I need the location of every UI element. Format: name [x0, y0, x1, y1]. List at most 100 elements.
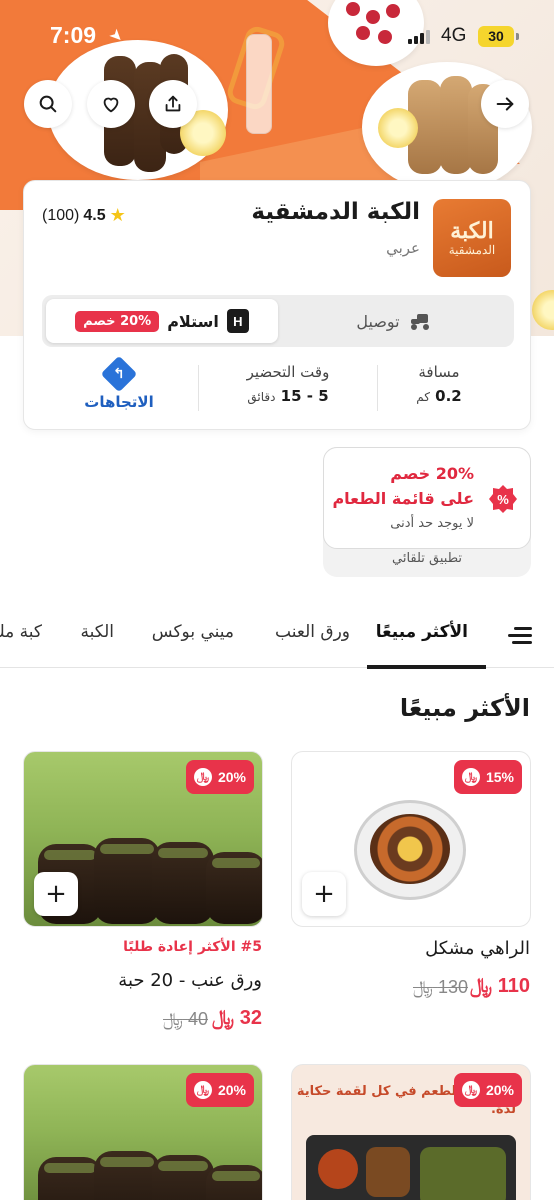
status-bar: 7:09 ➤ 4G 30 [0, 22, 554, 52]
product-image[interactable]: ﷼ 20% + [23, 751, 263, 927]
offer-footer: تطبيق تلقائي [391, 551, 462, 566]
product-price: 110 ﷼ [470, 975, 530, 997]
product-old-price: 40 ﷼ [163, 1009, 208, 1029]
delivery-label: توصيل [356, 311, 400, 331]
distance-unit: كم [416, 390, 430, 404]
share-icon [165, 95, 181, 112]
heart-icon [103, 97, 119, 113]
tab-kibbeh[interactable]: الكبة [80, 622, 114, 642]
percent-badge-icon: % [489, 485, 517, 513]
discount-badge: ﷼ 20% [453, 1073, 522, 1107]
directions-label: الاتجاهات [84, 393, 154, 411]
menu-icon[interactable] [508, 626, 532, 644]
restaurant-stats: مسافة 0.2 كم وقت التحضير 5 - 15 دقائق ↰ … [24, 355, 532, 417]
riyal-icon: ﷼ [461, 1081, 480, 1099]
distance-label: مسافة [418, 363, 460, 381]
offer-subtitle: على قائمة الطعام [332, 489, 474, 508]
back-arrow-icon [496, 97, 514, 111]
grape-leaf-roll [152, 1155, 214, 1200]
pickup-discount-badge: 20% خصم [75, 310, 160, 332]
food-item [366, 1147, 410, 1197]
product-image[interactable]: ﷼ 20% [23, 1064, 263, 1200]
section-title: الأكثر مبيعًا [399, 694, 530, 722]
riyal-icon: ﷼ [461, 768, 480, 786]
star-icon: ★ [109, 205, 126, 225]
divider [377, 365, 378, 411]
plus-icon: + [45, 879, 67, 909]
lemon-slice [532, 290, 554, 330]
grape-leaf-roll [206, 1165, 262, 1200]
offer-title: 20% خصم [390, 464, 474, 483]
share-button[interactable] [149, 80, 197, 128]
product-name: الراهي مشكل [425, 938, 530, 959]
discount-value: 15% [485, 769, 514, 785]
order-mode-toggle: H استلام 20% خصم توصيل [42, 295, 514, 347]
directions-button[interactable]: ↰ الاتجاهات [44, 355, 194, 417]
tab-best-sellers[interactable]: الأكثر مبيعًا [376, 622, 468, 642]
food-tray-contents [370, 814, 450, 884]
add-to-cart-button[interactable]: + [34, 872, 78, 916]
pickup-label: استلام [167, 311, 219, 331]
riyal-icon: ﷼ [163, 1009, 183, 1029]
restaurant-cuisine: عربي [386, 239, 420, 257]
active-tab-indicator [367, 665, 486, 669]
tab-grape-leaves[interactable]: ورق العنب [275, 622, 350, 642]
logo-text-line1: الكبة [450, 218, 494, 244]
lemon-slice [378, 108, 418, 148]
plus-icon: + [313, 879, 335, 909]
offer-card[interactable]: 20% خصم على قائمة الطعام لا يوجد حد أدنى… [323, 447, 531, 577]
discount-badge: ﷼ 20% [185, 760, 254, 794]
restaurant-name: الكبة الدمشقية [251, 199, 420, 225]
food-item [318, 1149, 358, 1189]
delivery-icon [410, 314, 429, 330]
product-old-price: 130 ﷼ [413, 977, 468, 997]
food-item [420, 1147, 506, 1200]
riyal-icon: ﷼ [193, 1081, 212, 1099]
grape-leaf-roll [94, 1151, 160, 1200]
network-type: 4G [441, 25, 467, 46]
grape-leaf-roll [94, 838, 160, 924]
riyal-icon: ﷼ [193, 768, 212, 786]
discount-value: 20% [217, 1082, 246, 1098]
product-tag: #5 الأكثر إعادة طلبًا [123, 939, 262, 955]
svg-text:%: % [497, 492, 509, 507]
tab-more-kibbeh[interactable]: كبة مك [0, 622, 42, 642]
back-button[interactable] [481, 80, 529, 128]
status-time: 7:09 [50, 22, 97, 48]
offer-condition: لا يوجد حد أدنى [390, 516, 474, 531]
delivery-option[interactable]: توصيل [278, 299, 510, 343]
prep-time-label: وقت التحضير [246, 363, 330, 381]
distance-value: 0.2 [435, 387, 462, 405]
offer-body: 20% خصم على قائمة الطعام لا يوجد حد أدنى… [323, 447, 531, 549]
tab-mini-box[interactable]: ميني بوكس [152, 622, 234, 642]
prep-time-value: 5 - 15 [280, 387, 329, 405]
product-image[interactable]: استمتع بالطعم في كل لقمة حكاية لذة. ﷼ 20… [291, 1064, 531, 1200]
riyal-icon: ﷼ [212, 1007, 235, 1029]
grape-leaf-roll [152, 842, 214, 924]
grape-leaf-roll [206, 852, 262, 924]
grape-leaf-roll [38, 1157, 102, 1200]
riyal-icon: ﷼ [470, 975, 493, 997]
rating-value: 4.5 [83, 206, 106, 224]
search-button[interactable] [24, 80, 72, 128]
location-arrow-icon: ➤ [105, 24, 129, 47]
add-to-cart-button[interactable]: + [302, 872, 346, 916]
pomegranate-seed [346, 2, 360, 16]
logo-text-line2: الدمشقية [448, 243, 496, 257]
pickup-option[interactable]: H استلام 20% خصم [46, 299, 278, 343]
discount-badge: ﷼ 20% [185, 1073, 254, 1107]
divider [198, 365, 199, 411]
product-name: ورق عنب - 20 حبة [118, 970, 262, 991]
battery-icon: 30 [478, 26, 514, 47]
restaurant-logo: الكبة الدمشقية [433, 199, 511, 277]
product-price: 32 ﷼ [212, 1007, 262, 1029]
distance-stat: مسافة 0.2 كم [364, 361, 514, 417]
rating-count: (100) [42, 206, 80, 224]
directions-icon: ↰ [100, 355, 138, 393]
favorite-button[interactable] [87, 80, 135, 128]
product-image[interactable]: ﷼ 15% + [291, 751, 531, 927]
search-icon [39, 95, 57, 113]
prep-time-unit: دقائق [247, 390, 276, 404]
pickup-icon: H [226, 309, 249, 333]
restaurant-rating[interactable]: (100) 4.5 ★ [42, 205, 126, 226]
